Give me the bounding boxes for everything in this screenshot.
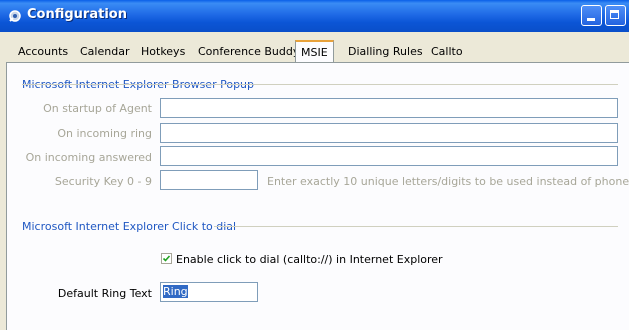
configuration-icon bbox=[9, 10, 21, 22]
click-to-dial-section-title: Microsoft Internet Explorer Click to dia… bbox=[22, 220, 237, 233]
tab-hotkeys[interactable]: Hotkeys bbox=[136, 42, 190, 62]
minimize-icon bbox=[587, 18, 595, 21]
maximize-button[interactable] bbox=[605, 5, 626, 26]
security-key-field[interactable] bbox=[160, 170, 258, 190]
startup-agent-label: On startup of Agent bbox=[43, 102, 152, 115]
configuration-window: Configuration Accounts Calendar Hotkeys … bbox=[0, 0, 629, 330]
incoming-ring-field[interactable] bbox=[160, 123, 618, 143]
tab-calendar[interactable]: Calendar bbox=[75, 42, 134, 62]
minimize-button[interactable] bbox=[581, 5, 602, 26]
tab-callto[interactable]: Callto bbox=[426, 42, 468, 62]
title-bar[interactable]: Configuration bbox=[0, 0, 629, 32]
security-key-hint: Enter exactly 10 unique letters/digits t… bbox=[267, 175, 629, 188]
browser-popup-divider bbox=[22, 84, 618, 85]
startup-agent-field[interactable] bbox=[160, 98, 618, 118]
incoming-answered-field[interactable] bbox=[160, 146, 618, 166]
maximize-icon bbox=[610, 10, 619, 19]
tab-accounts[interactable]: Accounts bbox=[13, 42, 73, 62]
default-ring-text-field[interactable]: Ring bbox=[160, 282, 258, 302]
click-to-dial-divider bbox=[214, 226, 618, 227]
incoming-ring-label: On incoming ring bbox=[57, 127, 152, 140]
default-ring-text-value: Ring bbox=[163, 285, 188, 298]
checkmark-icon bbox=[162, 255, 171, 262]
tab-msie[interactable]: MSIE bbox=[295, 40, 334, 64]
window-title: Configuration bbox=[27, 7, 127, 22]
default-ring-text-label: Default Ring Text bbox=[57, 287, 152, 300]
tab-strip: Accounts Calendar Hotkeys Conference Bud… bbox=[6, 40, 629, 64]
tab-conference-buddy[interactable]: Conference Buddy bbox=[193, 42, 304, 62]
enable-click-to-dial-label[interactable]: Enable click to dial (callto://) in Inte… bbox=[176, 253, 443, 266]
tab-dialling-rules[interactable]: Dialling Rules bbox=[343, 42, 428, 62]
security-key-label: Security Key 0 - 9 bbox=[54, 175, 152, 188]
enable-click-to-dial-checkbox[interactable] bbox=[161, 253, 172, 264]
incoming-answered-label: On incoming answered bbox=[25, 151, 152, 164]
